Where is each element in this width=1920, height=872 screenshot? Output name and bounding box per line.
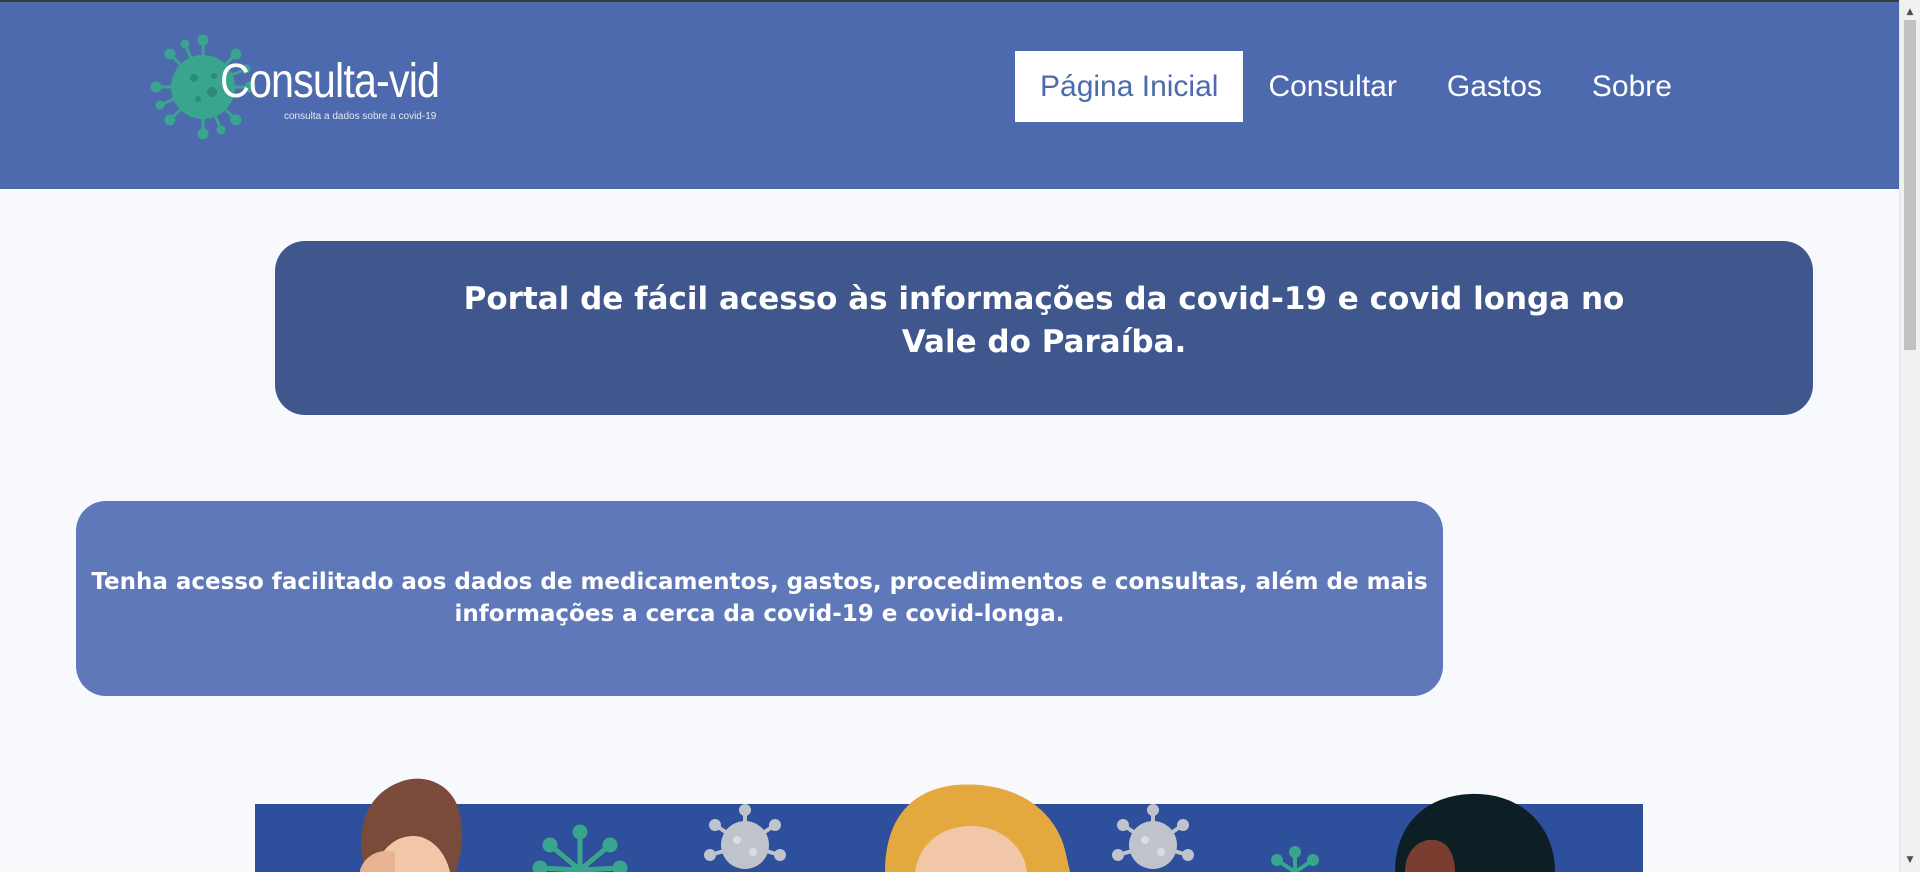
page: Consulta-vid consulta a dados sobre a co… xyxy=(0,0,1920,872)
site-header: Consulta-vid consulta a dados sobre a co… xyxy=(0,2,1899,189)
main-nav: Página Inicial Consultar Gastos Sobre xyxy=(1015,51,1697,122)
site-logo[interactable]: Consulta-vid consulta a dados sobre a co… xyxy=(150,34,460,140)
description-banner: Tenha acesso facilitado aos dados de med… xyxy=(76,501,1443,696)
person-center-illustration xyxy=(885,784,1070,872)
portal-title-banner: Portal de fácil acesso às informações da… xyxy=(275,241,1813,415)
scroll-up-arrow-icon[interactable]: ▲ xyxy=(1900,4,1920,20)
covid-people-illustration xyxy=(255,778,1643,872)
person-left-illustration xyxy=(360,778,463,872)
nav-sobre[interactable]: Sobre xyxy=(1567,51,1697,122)
nav-pagina-inicial[interactable]: Página Inicial xyxy=(1015,51,1244,122)
scroll-down-arrow-icon[interactable]: ▼ xyxy=(1900,852,1920,868)
logo-title: Consulta-vid xyxy=(220,55,440,108)
vertical-scrollbar[interactable]: ▲ ▼ xyxy=(1899,0,1920,872)
logo-subtitle: consulta a dados sobre a covid-19 xyxy=(284,111,437,122)
scrollbar-thumb[interactable] xyxy=(1904,20,1916,350)
nav-gastos[interactable]: Gastos xyxy=(1422,51,1567,122)
nav-consultar[interactable]: Consultar xyxy=(1243,51,1421,122)
description-text: Tenha acesso facilitado aos dados de med… xyxy=(91,568,1428,627)
portal-title-text: Portal de fácil acesso às informações da… xyxy=(463,281,1625,360)
